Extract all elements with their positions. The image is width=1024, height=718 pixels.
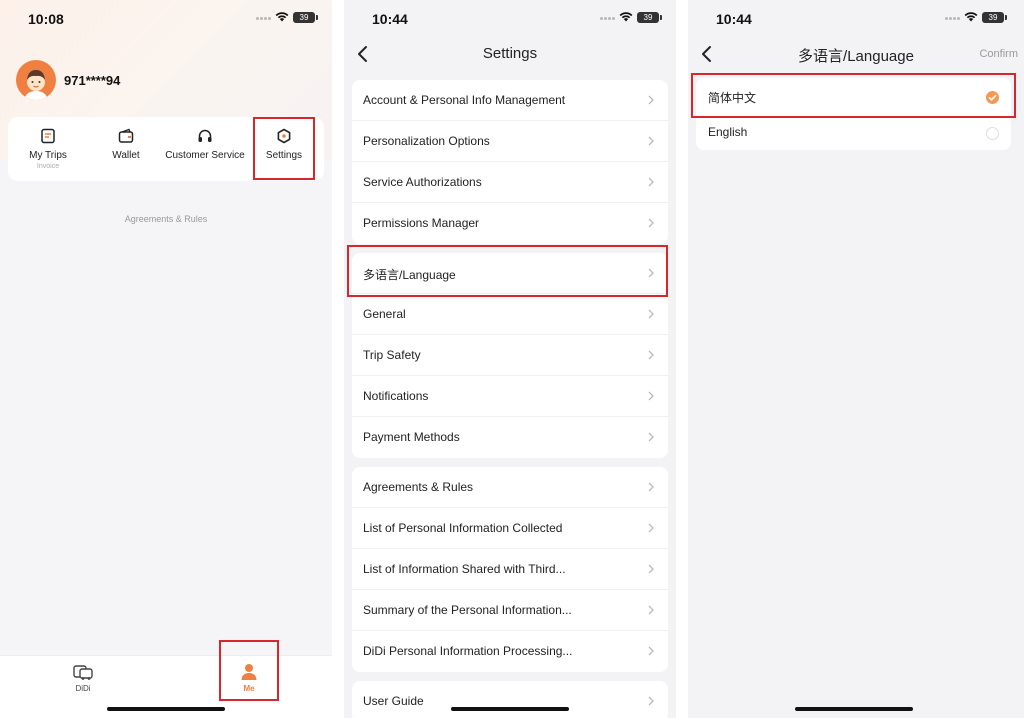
chevron-right-icon [648,309,654,319]
row-service-authorizations[interactable]: Service Authorizations [352,162,668,203]
row-label: General [363,307,406,321]
signal-icon [600,17,618,21]
chevron-right-icon [648,350,654,360]
avatar[interactable] [16,60,56,100]
row-account-info[interactable]: Account & Personal Info Management [352,80,668,121]
language-screen: 10:44 39 多语言/Language Confirm 简体中文 Engli… [688,0,1024,718]
customer-service-label: Customer Service [165,150,245,161]
profile-screen: 10:08 39 971****94 My Trips Invoice Wall… [0,0,332,718]
page-title: 多语言/Language [798,48,914,65]
highlight-language-row [347,245,668,297]
row-info-collected[interactable]: List of Personal Information Collected [352,508,668,549]
chevron-right-icon [648,95,654,105]
status-time: 10:08 [28,11,64,27]
status-bar: 10:08 39 [0,0,332,36]
confirm-button[interactable]: Confirm [979,48,1018,60]
chevron-right-icon [648,523,654,533]
row-trip-safety[interactable]: Trip Safety [352,335,668,376]
username: 971****94 [64,73,121,88]
highlight-settings [253,117,315,180]
status-time: 10:44 [716,11,752,27]
row-info-processing[interactable]: DiDi Personal Information Processing... [352,631,668,672]
row-agreements[interactable]: Agreements & Rules [352,467,668,508]
battery-icon: 39 [982,12,1007,23]
chevron-right-icon [648,136,654,146]
chevron-right-icon [648,696,654,706]
row-personalization[interactable]: Personalization Options [352,121,668,162]
chevron-right-icon [648,646,654,656]
invoice-sublabel: Invoice [36,163,60,170]
my-trips-label: My Trips [29,150,67,161]
row-permissions-manager[interactable]: Permissions Manager [352,203,668,244]
chevron-right-icon [648,482,654,492]
tab-didi-label: DiDi [75,684,91,693]
row-label: Trip Safety [363,348,421,362]
row-label: Summary of the Personal Information... [363,603,572,617]
customer-service-button[interactable]: Customer Service [162,117,248,181]
settings-screen: 10:44 39 Settings Account & Personal Inf… [344,0,676,718]
row-payment-methods[interactable]: Payment Methods [352,417,668,458]
home-indicator [107,707,225,711]
car-icon [73,665,93,680]
row-label: List of Personal Information Collected [363,521,563,535]
row-label: Payment Methods [363,430,460,444]
row-notifications[interactable]: Notifications [352,376,668,417]
row-label: Service Authorizations [363,175,482,189]
radio-unchecked-icon[interactable] [986,127,999,140]
row-label: Personalization Options [363,134,490,148]
wallet-icon [118,128,134,143]
row-general[interactable]: General [352,294,668,335]
language-option-en[interactable]: English [696,114,1011,150]
agreements-link[interactable]: Agreements & Rules [0,214,332,224]
row-info-summary[interactable]: Summary of the Personal Information... [352,590,668,631]
wifi-icon [275,12,289,22]
status-bar: 10:44 39 [688,0,1024,36]
home-indicator [451,707,569,711]
wallet-button[interactable]: Wallet [88,117,164,181]
row-label: User Guide [363,694,424,708]
settings-group-guide: User Guide [352,681,668,718]
row-label: List of Information Shared with Third... [363,562,566,576]
page-title: Settings [482,45,538,62]
chevron-right-icon [648,391,654,401]
battery-icon: 39 [637,12,662,23]
nav-bar: Settings [344,36,676,72]
settings-group-agreements: Agreements & Rules List of Personal Info… [352,467,668,672]
row-label: Notifications [363,389,429,403]
row-label: Agreements & Rules [363,480,474,494]
signal-icon [256,17,274,21]
wifi-icon [964,12,978,22]
my-trips-button[interactable]: My Trips Invoice [12,117,84,181]
avatar-face-icon [24,70,48,100]
row-label: Permissions Manager [363,216,480,230]
status-time: 10:44 [372,11,408,27]
highlight-me-tab [219,640,279,701]
nav-bar: 多语言/Language Confirm [688,36,1024,72]
home-indicator [795,707,913,711]
row-label: Account & Personal Info Management [363,93,566,107]
highlight-zh-option [691,73,1016,118]
chevron-right-icon [648,432,654,442]
row-info-shared[interactable]: List of Information Shared with Third... [352,549,668,590]
chevron-right-icon [648,177,654,187]
chevron-right-icon [648,564,654,574]
row-user-guide[interactable]: User Guide [352,681,668,718]
wifi-icon [619,12,633,22]
headset-icon [198,129,212,142]
wallet-label: Wallet [112,150,140,161]
status-bar: 10:44 39 [344,0,676,36]
chevron-right-icon [648,605,654,615]
battery-icon: 39 [293,12,318,23]
signal-icon [945,17,963,21]
row-label: DiDi Personal Information Processing... [363,644,573,658]
chevron-right-icon [648,218,654,228]
trips-icon [41,128,55,144]
language-label: English [708,125,748,139]
settings-group-account: Account & Personal Info Management Perso… [352,80,668,244]
